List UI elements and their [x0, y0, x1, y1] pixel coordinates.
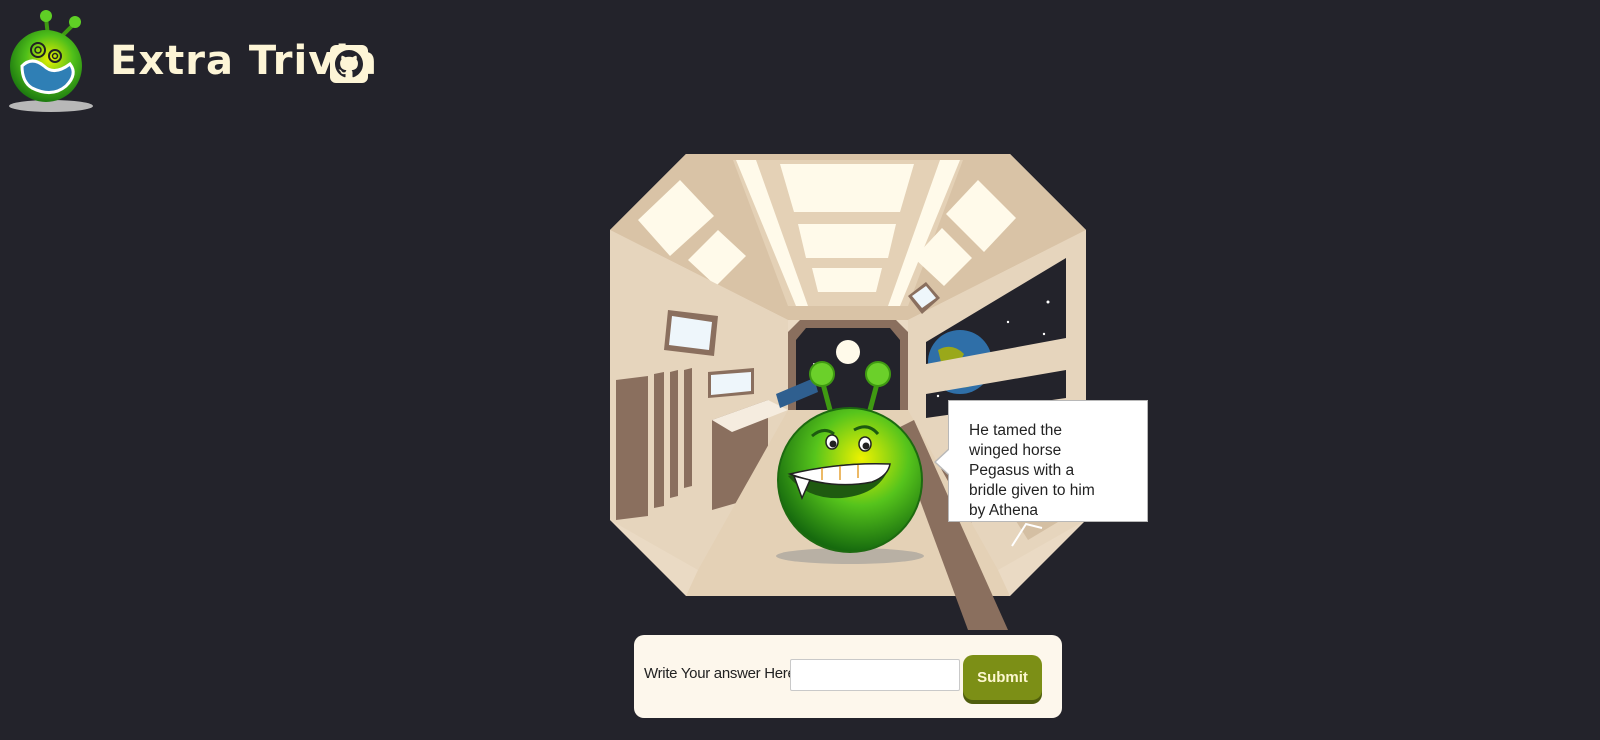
- trivia-clue: He tamed the winged horse Pegasus with a…: [969, 422, 1095, 519]
- answer-input[interactable]: [790, 659, 960, 691]
- github-icon: [335, 50, 363, 78]
- alien-logo-icon[interactable]: [8, 8, 94, 112]
- submit-button[interactable]: Submit: [963, 655, 1042, 700]
- github-link[interactable]: [330, 45, 368, 83]
- spaceship-corridor-illustration: [610, 154, 1086, 630]
- speech-bubble-tail-fill: [936, 449, 950, 475]
- speech-bubble: He tamed the winged horse Pegasus with a…: [948, 400, 1148, 522]
- header: Extra Trivia: [0, 0, 420, 120]
- answer-label: Write Your answer Here:: [644, 665, 800, 682]
- answer-form: Write Your answer Here: Submit: [634, 635, 1062, 718]
